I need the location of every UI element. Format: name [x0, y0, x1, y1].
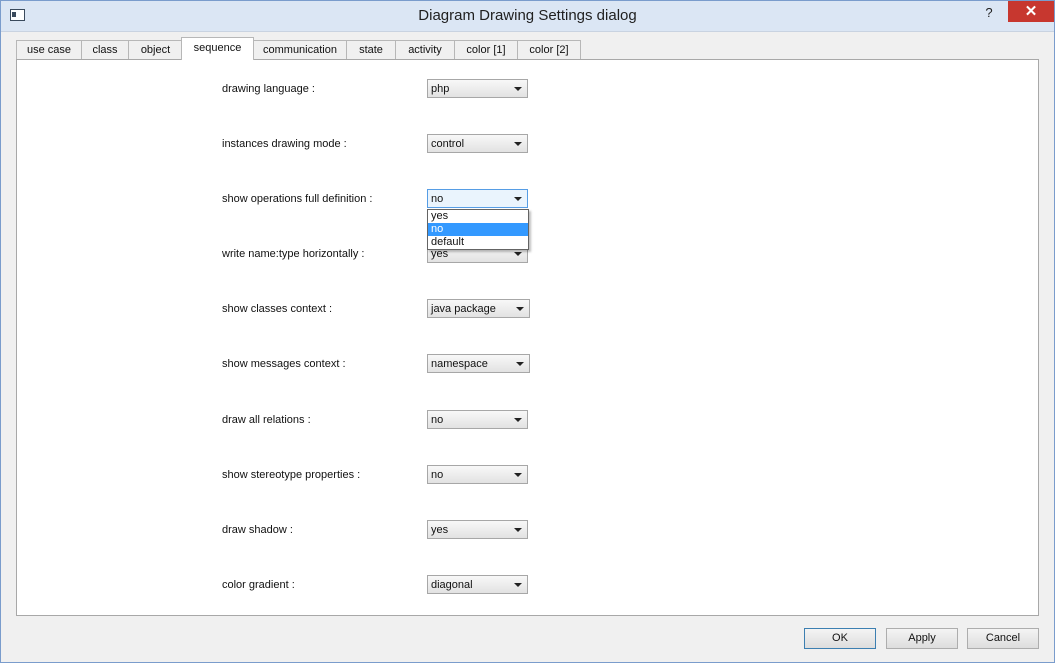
- setting-label: write name:type horizontally :: [222, 248, 365, 260]
- apply-button[interactable]: Apply: [886, 628, 958, 649]
- chevron-down-icon: [514, 418, 522, 422]
- draw-shadow-select[interactable]: yes: [427, 520, 528, 539]
- tab-class[interactable]: class: [81, 40, 129, 59]
- tab-object[interactable]: object: [128, 40, 183, 59]
- dialog-window: Diagram Drawing Settings dialog ? ✕ use …: [0, 0, 1055, 663]
- dropdown-list: yes no default: [427, 209, 529, 250]
- setting-label: show classes context :: [222, 303, 333, 315]
- select-value: java package: [431, 303, 496, 315]
- close-button[interactable]: ✕: [1008, 1, 1054, 22]
- drawing-language-select[interactable]: php: [427, 79, 528, 98]
- chevron-down-icon: [514, 528, 522, 532]
- ok-button[interactable]: OK: [804, 628, 876, 649]
- chevron-down-icon: [514, 87, 522, 91]
- select-value: yes: [431, 524, 449, 536]
- select-value: no: [431, 414, 444, 426]
- show-messages-context-select[interactable]: namespace: [427, 354, 530, 373]
- select-value: no: [431, 469, 444, 481]
- chevron-down-icon: [516, 362, 524, 366]
- select-value: diagonal: [431, 579, 473, 591]
- chevron-down-icon: [516, 307, 524, 311]
- tab-state[interactable]: state: [346, 40, 396, 59]
- title-bar: Diagram Drawing Settings dialog ? ✕: [1, 1, 1054, 32]
- setting-label: draw shadow :: [222, 524, 293, 536]
- chevron-down-icon: [514, 142, 522, 146]
- setting-label: show stereotype properties :: [222, 469, 361, 481]
- select-value: namespace: [431, 358, 488, 370]
- chevron-down-icon: [514, 252, 522, 256]
- tab-activity[interactable]: activity: [395, 40, 455, 59]
- chevron-down-icon: [514, 473, 522, 477]
- sequence-settings-panel: drawing language : php instances drawing…: [16, 59, 1039, 616]
- chevron-down-icon: [514, 583, 522, 587]
- tab-use-case[interactable]: use case: [16, 40, 82, 59]
- setting-label: draw all relations :: [222, 414, 311, 426]
- chevron-down-icon: [514, 197, 522, 201]
- tab-communication[interactable]: communication: [253, 40, 347, 59]
- show-stereotype-properties-select[interactable]: no: [427, 465, 528, 484]
- color-gradient-select[interactable]: diagonal: [427, 575, 528, 594]
- dropdown-option-no[interactable]: no: [428, 223, 528, 236]
- select-value: no: [431, 193, 444, 205]
- help-button[interactable]: ?: [974, 3, 1004, 23]
- setting-label: show messages context :: [222, 358, 346, 370]
- dropdown-option-default[interactable]: default: [428, 236, 528, 249]
- setting-label: color gradient :: [222, 579, 295, 591]
- tab-sequence[interactable]: sequence: [181, 37, 254, 60]
- instances-drawing-mode-select[interactable]: control: [427, 134, 528, 153]
- setting-label: drawing language :: [222, 83, 315, 95]
- setting-label: instances drawing mode :: [222, 138, 347, 150]
- draw-all-relations-select[interactable]: no: [427, 410, 528, 429]
- show-classes-context-select[interactable]: java package: [427, 299, 530, 318]
- select-value: php: [431, 83, 450, 95]
- tab-color-1[interactable]: color [1]: [454, 40, 518, 59]
- dialog-body: use case class object sequence communica…: [1, 32, 1054, 662]
- show-operations-full-definition-select[interactable]: no: [427, 189, 528, 208]
- setting-label: show operations full definition :: [222, 193, 373, 205]
- window-title: Diagram Drawing Settings dialog: [418, 7, 637, 24]
- select-value: control: [431, 138, 465, 150]
- tab-color-2[interactable]: color [2]: [517, 40, 581, 59]
- dropdown-option-yes[interactable]: yes: [428, 210, 528, 223]
- cancel-button[interactable]: Cancel: [967, 628, 1039, 649]
